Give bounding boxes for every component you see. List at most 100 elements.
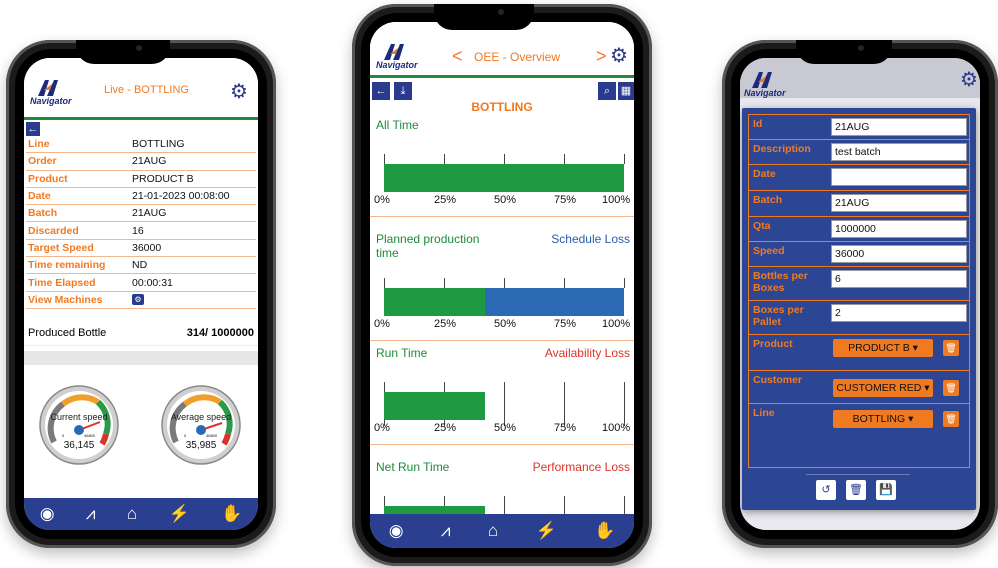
date-input[interactable]: [831, 168, 967, 186]
axis-tick: [564, 154, 565, 164]
axis-label: 100%: [602, 194, 631, 206]
live-screen: Navigator Live - BOTTLING ⚙ ← Line BOTTLI…: [24, 58, 258, 530]
chart-icon[interactable]: ⩘: [441, 521, 451, 541]
undo-button[interactable]: ↺: [816, 480, 836, 500]
id-input[interactable]: 21AUG: [831, 118, 967, 136]
chart-icon[interactable]: ⩘: [86, 504, 96, 524]
next-button[interactable]: >: [596, 46, 607, 67]
axis-tick: [444, 278, 445, 288]
header: Navigator < OEE - Overview > ⚙: [370, 22, 634, 78]
axis-tick: [444, 154, 445, 164]
hand-icon[interactable]: ✋: [594, 521, 615, 541]
home-icon[interactable]: ⌂: [127, 504, 137, 524]
search-button[interactable]: ⌕: [598, 82, 616, 100]
gear-icon[interactable]: ⚙: [230, 82, 248, 102]
oee-screen: Navigator < OEE - Overview > ⚙ ← ⤓ ⌕ ▦ B…: [370, 22, 634, 548]
home-icon[interactable]: ⌂: [488, 521, 498, 541]
axis-label: 75%: [554, 422, 577, 434]
phone-live: Navigator Live - BOTTLING ⚙ ← Line BOTTLI…: [6, 40, 276, 548]
plug-icon[interactable]: ⚡: [169, 504, 190, 524]
download-button[interactable]: ⤓: [394, 82, 412, 100]
navigator-logo-icon: [752, 72, 772, 88]
axis-label: 75%: [554, 318, 577, 330]
axis-label: 0%: [374, 422, 390, 434]
axis-label: 100%: [602, 318, 631, 330]
delete-button[interactable]: 🗑: [846, 480, 866, 500]
table-row: Product PRODUCT B: [26, 171, 256, 188]
field-id: Id 21AUG: [749, 115, 969, 140]
description-input[interactable]: test batch: [831, 143, 967, 161]
bottles-per-boxes-input[interactable]: 6: [831, 270, 967, 288]
header: Navigator Live - BOTTLING ⚙: [24, 58, 258, 120]
navigator-logo-icon: [38, 80, 58, 96]
bar-green: [384, 164, 624, 192]
table-row: Discarded 16: [26, 222, 256, 240]
field-batch: Batch 21AUG: [749, 191, 969, 217]
table-row: Time remaining ND: [26, 257, 256, 275]
produced-bottle: Produced Bottle 314/ 1000000: [24, 320, 258, 346]
showcase: Navigator Live - BOTTLING ⚙ ← Line BOTTLI…: [0, 0, 998, 568]
trash-icon[interactable]: 🗑: [943, 411, 959, 427]
back-button[interactable]: ←: [26, 122, 40, 136]
eye-icon[interactable]: ◉: [40, 504, 55, 524]
axis-label: 25%: [434, 194, 457, 206]
table-row: Order 21AUG: [26, 153, 256, 171]
header: Navigator ⚙: [740, 58, 980, 98]
speed-input[interactable]: 36000: [831, 245, 967, 263]
page-title: Live - BOTTLING: [104, 84, 189, 96]
table-view-button[interactable]: ▦: [618, 82, 634, 100]
axis-tick: [384, 154, 385, 164]
oee-section: Run Time Availability Loss 0% 25% 50% 75% 100%: [370, 346, 634, 456]
page-title: OEE - Overview: [474, 50, 561, 64]
axis-tick: [564, 382, 565, 426]
customer-select[interactable]: CUSTOMER RED ▾: [833, 379, 933, 397]
section-divider: [370, 216, 634, 217]
bottom-nav: ◉ ⩘ ⌂ ⚡ ✋: [24, 498, 258, 530]
plug-icon[interactable]: ⚡: [536, 521, 557, 541]
average-speed-gauge: Average speed 0 46800 35,985: [160, 384, 242, 466]
field-product: Product PRODUCT B ▾ 🗑: [749, 335, 969, 371]
table-row: Batch 21AUG: [26, 205, 256, 223]
field-speed: Speed 36000: [749, 242, 969, 267]
axis-label: 0%: [374, 318, 390, 330]
save-button[interactable]: 💾: [876, 480, 896, 500]
machines-icon[interactable]: ⚙: [132, 294, 144, 306]
section-label: Planned production time: [376, 232, 480, 260]
trash-icon[interactable]: 🗑: [943, 340, 959, 356]
section-label: Run Time: [376, 346, 428, 360]
field-customer: Customer CUSTOMER RED ▾ 🗑: [749, 371, 969, 404]
trash-icon[interactable]: 🗑: [943, 380, 959, 396]
table-row: Line BOTTLING: [26, 136, 256, 154]
table-row: Date 21-01-2023 00:08:00: [26, 188, 256, 206]
axis-label: 50%: [494, 194, 517, 206]
bar-green: [384, 288, 485, 316]
product-select[interactable]: PRODUCT B ▾: [833, 339, 933, 357]
gear-icon[interactable]: ⚙: [960, 70, 978, 90]
prev-button[interactable]: <: [452, 46, 463, 67]
bar-green: [384, 392, 485, 420]
axis-tick: [504, 278, 505, 288]
boxes-per-pallet-input[interactable]: 2: [831, 304, 967, 322]
field-line: Line BOTTLING ▾ 🗑: [749, 404, 969, 438]
produced-value: 314/ 1000000: [186, 326, 254, 339]
batch-input[interactable]: 21AUG: [831, 194, 967, 212]
phone-oee: Navigator < OEE - Overview > ⚙ ← ⤓ ⌕ ▦ B…: [352, 4, 652, 566]
eye-icon[interactable]: ◉: [389, 521, 404, 541]
divider: [806, 474, 910, 475]
hand-icon[interactable]: ✋: [221, 504, 242, 524]
axis-tick: [624, 382, 625, 426]
axis-label: 100%: [602, 422, 631, 434]
axis-label: 0%: [374, 194, 390, 206]
back-button[interactable]: ←: [372, 82, 390, 100]
field-bottles-per-boxes: Bottles per Boxes 6: [749, 267, 969, 301]
axis-label: 50%: [494, 318, 517, 330]
oee-section: All Time 0% 25% 50% 75% 100%: [370, 118, 634, 228]
axis-tick: [624, 154, 625, 164]
line-select[interactable]: BOTTLING ▾: [833, 410, 933, 428]
gauge-dial: [39, 385, 119, 465]
gear-icon[interactable]: ⚙: [610, 46, 628, 66]
view-machines-row[interactable]: View Machines ⚙: [26, 292, 256, 309]
produced-label: Produced Bottle: [28, 326, 107, 339]
divider: [24, 351, 258, 365]
qta-input[interactable]: 1000000: [831, 220, 967, 238]
